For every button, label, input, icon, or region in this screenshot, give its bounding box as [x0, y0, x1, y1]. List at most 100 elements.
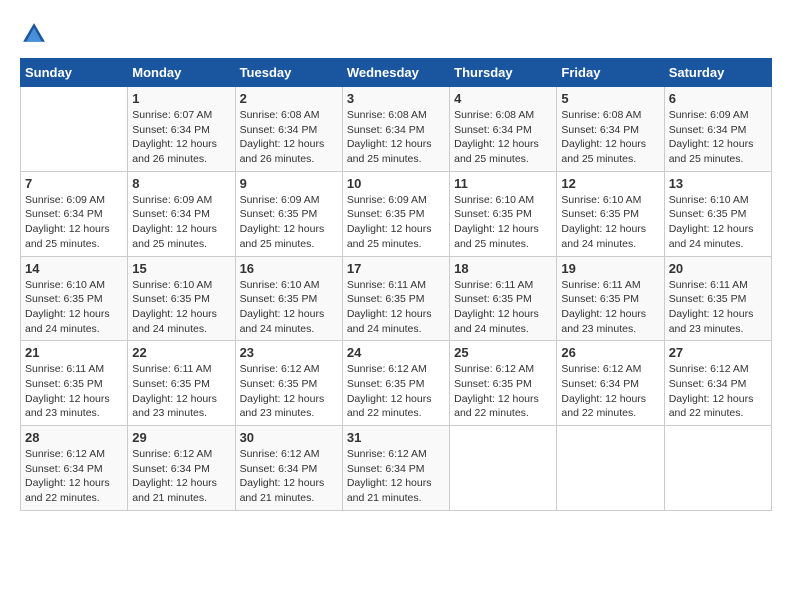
calendar-week-row: 1 Sunrise: 6:07 AMSunset: 6:34 PMDaylight…	[21, 87, 772, 172]
calendar-cell: 17 Sunrise: 6:11 AMSunset: 6:35 PMDayligh…	[342, 256, 449, 341]
calendar-cell	[557, 426, 664, 511]
day-info: Sunrise: 6:10 AMSunset: 6:35 PMDaylight:…	[669, 193, 767, 252]
calendar-cell: 19 Sunrise: 6:11 AMSunset: 6:35 PMDayligh…	[557, 256, 664, 341]
day-number: 27	[669, 345, 767, 360]
header-monday: Monday	[128, 59, 235, 87]
day-number: 5	[561, 91, 659, 106]
day-info: Sunrise: 6:09 AMSunset: 6:34 PMDaylight:…	[25, 193, 123, 252]
day-info: Sunrise: 6:10 AMSunset: 6:35 PMDaylight:…	[561, 193, 659, 252]
calendar-week-row: 14 Sunrise: 6:10 AMSunset: 6:35 PMDayligh…	[21, 256, 772, 341]
calendar-cell: 13 Sunrise: 6:10 AMSunset: 6:35 PMDayligh…	[664, 171, 771, 256]
day-number: 19	[561, 261, 659, 276]
day-info: Sunrise: 6:11 AMSunset: 6:35 PMDaylight:…	[347, 278, 445, 337]
calendar-cell: 2 Sunrise: 6:08 AMSunset: 6:34 PMDaylight…	[235, 87, 342, 172]
day-number: 12	[561, 176, 659, 191]
calendar-cell: 7 Sunrise: 6:09 AMSunset: 6:34 PMDaylight…	[21, 171, 128, 256]
day-info: Sunrise: 6:10 AMSunset: 6:35 PMDaylight:…	[240, 278, 338, 337]
calendar-cell: 26Sunrise: 6:12 AMSunset: 6:34 PMDayligh…	[557, 341, 664, 426]
day-info: Sunrise: 6:12 AMSunset: 6:35 PMDaylight:…	[240, 362, 338, 421]
calendar-week-row: 21 Sunrise: 6:11 AMSunset: 6:35 PMDayligh…	[21, 341, 772, 426]
day-info: Sunrise: 6:12 AMSunset: 6:34 PMDaylight:…	[240, 447, 338, 506]
calendar-cell: 21 Sunrise: 6:11 AMSunset: 6:35 PMDayligh…	[21, 341, 128, 426]
day-info: Sunrise: 6:09 AMSunset: 6:35 PMDaylight:…	[240, 193, 338, 252]
day-number: 21	[25, 345, 123, 360]
day-info: Sunrise: 6:11 AMSunset: 6:35 PMDaylight:…	[454, 278, 552, 337]
logo	[20, 20, 52, 48]
day-number: 15	[132, 261, 230, 276]
header-thursday: Thursday	[450, 59, 557, 87]
calendar-cell: 18 Sunrise: 6:11 AMSunset: 6:35 PMDayligh…	[450, 256, 557, 341]
day-info: Sunrise: 6:11 AMSunset: 6:35 PMDaylight:…	[669, 278, 767, 337]
day-number: 26	[561, 345, 659, 360]
header	[20, 20, 772, 48]
day-info: Sunrise: 6:12 AMSunset: 6:34 PMDaylight:…	[25, 447, 123, 506]
day-number: 9	[240, 176, 338, 191]
calendar-cell: 14 Sunrise: 6:10 AMSunset: 6:35 PMDayligh…	[21, 256, 128, 341]
day-info: Sunrise: 6:09 AMSunset: 6:34 PMDaylight:…	[132, 193, 230, 252]
calendar-cell: 15 Sunrise: 6:10 AMSunset: 6:35 PMDayligh…	[128, 256, 235, 341]
calendar-cell	[664, 426, 771, 511]
day-number: 17	[347, 261, 445, 276]
day-info: Sunrise: 6:10 AMSunset: 6:35 PMDaylight:…	[454, 193, 552, 252]
header-wednesday: Wednesday	[342, 59, 449, 87]
day-number: 13	[669, 176, 767, 191]
logo-icon	[20, 20, 48, 48]
day-number: 30	[240, 430, 338, 445]
day-info: Sunrise: 6:10 AMSunset: 6:35 PMDaylight:…	[25, 278, 123, 337]
calendar-cell	[450, 426, 557, 511]
day-info: Sunrise: 6:12 AMSunset: 6:34 PMDaylight:…	[669, 362, 767, 421]
day-number: 4	[454, 91, 552, 106]
day-number: 14	[25, 261, 123, 276]
calendar-cell: 27 Sunrise: 6:12 AMSunset: 6:34 PMDayligh…	[664, 341, 771, 426]
calendar-cell: 23Sunrise: 6:12 AMSunset: 6:35 PMDayligh…	[235, 341, 342, 426]
calendar-cell: 6 Sunrise: 6:09 AMSunset: 6:34 PMDaylight…	[664, 87, 771, 172]
calendar-cell: 10Sunrise: 6:09 AMSunset: 6:35 PMDayligh…	[342, 171, 449, 256]
calendar-cell: 22Sunrise: 6:11 AMSunset: 6:35 PMDayligh…	[128, 341, 235, 426]
day-info: Sunrise: 6:09 AMSunset: 6:34 PMDaylight:…	[669, 108, 767, 167]
header-sunday: Sunday	[21, 59, 128, 87]
calendar-cell: 28 Sunrise: 6:12 AMSunset: 6:34 PMDayligh…	[21, 426, 128, 511]
calendar-cell: 31Sunrise: 6:12 AMSunset: 6:34 PMDayligh…	[342, 426, 449, 511]
calendar-week-row: 7 Sunrise: 6:09 AMSunset: 6:34 PMDaylight…	[21, 171, 772, 256]
calendar-cell: 12 Sunrise: 6:10 AMSunset: 6:35 PMDayligh…	[557, 171, 664, 256]
day-number: 31	[347, 430, 445, 445]
calendar-cell	[21, 87, 128, 172]
day-number: 1	[132, 91, 230, 106]
calendar-cell: 16Sunrise: 6:10 AMSunset: 6:35 PMDayligh…	[235, 256, 342, 341]
header-friday: Friday	[557, 59, 664, 87]
day-info: Sunrise: 6:09 AMSunset: 6:35 PMDaylight:…	[347, 193, 445, 252]
calendar-cell: 29Sunrise: 6:12 AMSunset: 6:34 PMDayligh…	[128, 426, 235, 511]
day-number: 3	[347, 91, 445, 106]
day-info: Sunrise: 6:08 AMSunset: 6:34 PMDaylight:…	[454, 108, 552, 167]
day-info: Sunrise: 6:11 AMSunset: 6:35 PMDaylight:…	[25, 362, 123, 421]
calendar-body: 1 Sunrise: 6:07 AMSunset: 6:34 PMDaylight…	[21, 87, 772, 511]
day-number: 25	[454, 345, 552, 360]
day-number: 18	[454, 261, 552, 276]
header-row: Sunday Monday Tuesday Wednesday Thursday…	[21, 59, 772, 87]
day-number: 24	[347, 345, 445, 360]
day-info: Sunrise: 6:08 AMSunset: 6:34 PMDaylight:…	[347, 108, 445, 167]
day-info: Sunrise: 6:12 AMSunset: 6:34 PMDaylight:…	[132, 447, 230, 506]
day-info: Sunrise: 6:10 AMSunset: 6:35 PMDaylight:…	[132, 278, 230, 337]
day-info: Sunrise: 6:08 AMSunset: 6:34 PMDaylight:…	[561, 108, 659, 167]
day-number: 7	[25, 176, 123, 191]
calendar-cell: 24Sunrise: 6:12 AMSunset: 6:35 PMDayligh…	[342, 341, 449, 426]
day-info: Sunrise: 6:11 AMSunset: 6:35 PMDaylight:…	[561, 278, 659, 337]
day-number: 2	[240, 91, 338, 106]
calendar-week-row: 28 Sunrise: 6:12 AMSunset: 6:34 PMDayligh…	[21, 426, 772, 511]
day-number: 20	[669, 261, 767, 276]
day-info: Sunrise: 6:08 AMSunset: 6:34 PMDaylight:…	[240, 108, 338, 167]
day-number: 28	[25, 430, 123, 445]
calendar-cell: 30 Sunrise: 6:12 AMSunset: 6:34 PMDayligh…	[235, 426, 342, 511]
calendar-cell: 9 Sunrise: 6:09 AMSunset: 6:35 PMDaylight…	[235, 171, 342, 256]
calendar-cell: 20 Sunrise: 6:11 AMSunset: 6:35 PMDayligh…	[664, 256, 771, 341]
day-info: Sunrise: 6:12 AMSunset: 6:35 PMDaylight:…	[454, 362, 552, 421]
day-info: Sunrise: 6:07 AMSunset: 6:34 PMDaylight:…	[132, 108, 230, 167]
day-number: 11	[454, 176, 552, 191]
calendar-cell: 25 Sunrise: 6:12 AMSunset: 6:35 PMDayligh…	[450, 341, 557, 426]
day-number: 6	[669, 91, 767, 106]
header-saturday: Saturday	[664, 59, 771, 87]
calendar-cell: 5 Sunrise: 6:08 AMSunset: 6:34 PMDaylight…	[557, 87, 664, 172]
calendar-cell: 4 Sunrise: 6:08 AMSunset: 6:34 PMDaylight…	[450, 87, 557, 172]
calendar-table: Sunday Monday Tuesday Wednesday Thursday…	[20, 58, 772, 511]
